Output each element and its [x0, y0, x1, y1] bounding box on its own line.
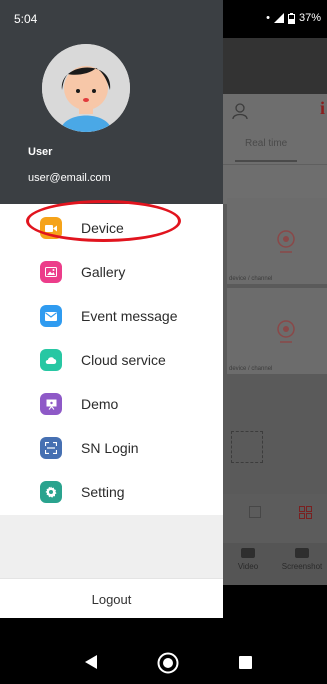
- menu-label-setting: Setting: [81, 484, 125, 500]
- image-icon: [40, 261, 62, 283]
- menu-label-cloud-service: Cloud service: [81, 352, 166, 368]
- system-nav-bar: [0, 618, 327, 684]
- menu-label-sn-login: SN Login: [81, 440, 139, 456]
- presentation-icon: [40, 393, 62, 415]
- card-label: device / channel: [229, 276, 273, 282]
- menu-label-event-message: Event message: [81, 308, 178, 324]
- card-label: device / channel: [229, 366, 273, 372]
- camera-icon: [277, 230, 295, 253]
- signal-icon: [273, 13, 284, 23]
- camera-icon: [277, 320, 295, 343]
- status-icons: • 37%: [266, 12, 321, 24]
- video-icon: [241, 548, 255, 558]
- screenshot-icon: [295, 548, 309, 558]
- cloud-icon: [40, 349, 62, 371]
- avatar[interactable]: [42, 44, 130, 132]
- status-time: 5:04: [14, 12, 38, 26]
- battery-icon: [287, 12, 295, 24]
- video-tool-label: Video: [237, 562, 259, 571]
- dot-icon: •: [266, 12, 270, 24]
- user-email: user@email.com: [28, 172, 111, 184]
- add-folder-icon: [231, 431, 263, 463]
- grid-view-icon: [299, 506, 312, 519]
- drawer-spacer: [0, 515, 223, 578]
- menu-item-sn-login[interactable]: SN Login: [0, 426, 223, 470]
- recents-icon[interactable]: [239, 656, 252, 669]
- highlight-annotation: [26, 200, 181, 242]
- screenshot-tool: Screenshot: [277, 548, 327, 571]
- avatar-image: [42, 44, 130, 132]
- video-tool: Video: [235, 548, 261, 571]
- menu-item-setting[interactable]: Setting: [0, 470, 223, 514]
- background-titlebar: [223, 38, 327, 94]
- logout-button[interactable]: Logout: [0, 578, 223, 618]
- logout-label: Logout: [91, 592, 132, 607]
- menu-label-demo: Demo: [81, 396, 119, 412]
- menu-item-cloud-service[interactable]: Cloud service: [0, 338, 223, 382]
- camera-card: device / channel: [227, 198, 327, 284]
- gear-icon: [40, 481, 62, 503]
- drawer-header: User user@email.com: [0, 38, 223, 204]
- divider: [223, 164, 327, 165]
- background-app[interactable]: i Real time device / channel device / ch…: [223, 38, 327, 618]
- menu-item-demo[interactable]: Demo: [0, 382, 223, 426]
- battery-percent: 37%: [298, 12, 321, 24]
- scan-icon: [40, 437, 62, 459]
- screenshot-tool-label: Screenshot: [281, 562, 323, 571]
- menu-item-event-message[interactable]: Event message: [0, 294, 223, 338]
- background-logo: i: [319, 98, 325, 118]
- menu-label-gallery: Gallery: [81, 264, 126, 280]
- user-name: User: [28, 146, 53, 158]
- envelope-icon: [40, 305, 62, 327]
- tab-underline: [235, 160, 297, 162]
- tab-real-time: Real time: [245, 138, 288, 149]
- user-icon: [232, 103, 248, 120]
- menu-item-gallery[interactable]: Gallery: [0, 250, 223, 294]
- home-icon[interactable]: [157, 652, 179, 674]
- single-view-icon: [249, 506, 261, 518]
- back-icon[interactable]: [84, 654, 98, 670]
- camera-card: device / channel: [227, 288, 327, 374]
- background-black-strip: [223, 585, 327, 618]
- navigation-drawer: User user@email.com Device Gallery Event…: [0, 38, 223, 618]
- status-bar: 5:04 • 37%: [0, 0, 327, 38]
